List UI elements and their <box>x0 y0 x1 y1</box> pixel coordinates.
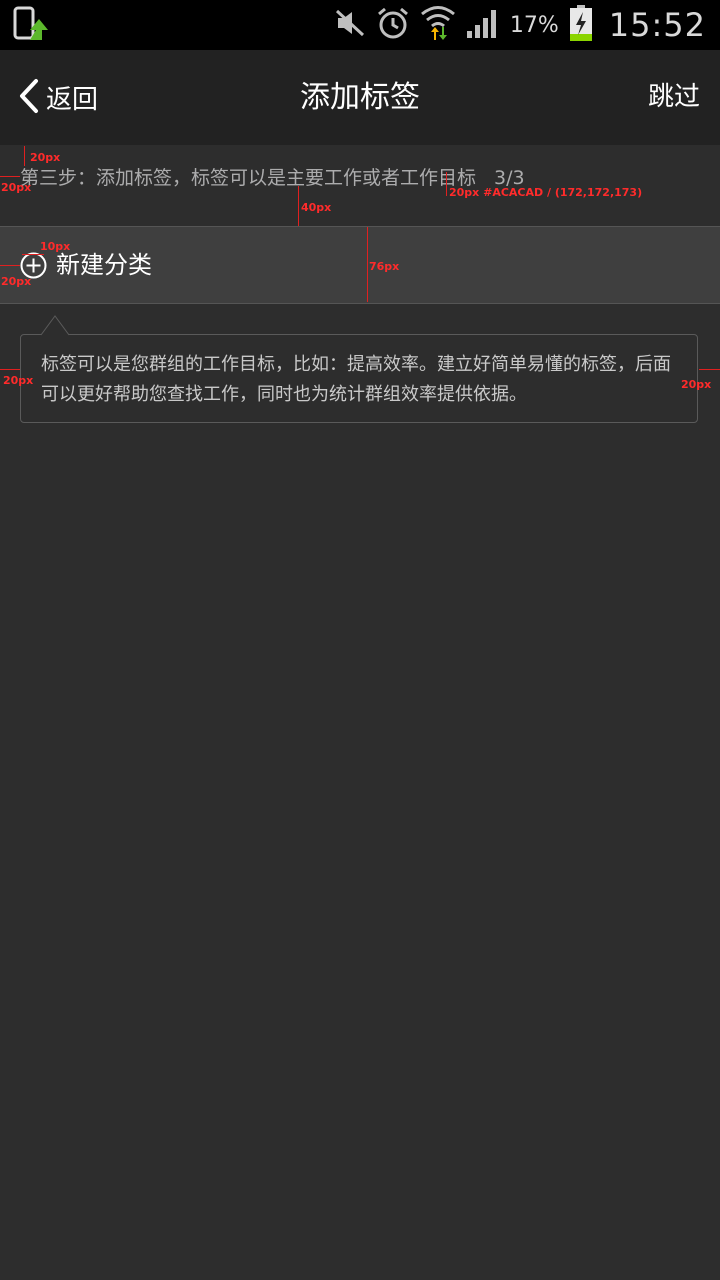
annotation-line <box>24 146 25 166</box>
new-category-label: 新建分类 <box>56 251 152 279</box>
annotation-line <box>446 172 447 196</box>
annotation-label: 20px <box>1 181 32 194</box>
back-button[interactable]: 返回 <box>18 50 98 145</box>
step-text: 第三步：添加标签，标签可以是主要工作或者工作目标 <box>20 167 477 189</box>
annotation-line <box>0 176 20 177</box>
annotation-label: 40px <box>301 201 332 214</box>
signal-icon <box>466 7 500 43</box>
battery-percent: 17% <box>509 12 559 38</box>
annotation-label: 20px <box>681 378 712 391</box>
annotation-label: 20px <box>3 374 34 387</box>
annotation-label: 76px <box>369 260 400 273</box>
clock: 15:52 <box>608 6 706 44</box>
alarm-icon <box>376 6 410 44</box>
annotation-line <box>0 265 20 266</box>
back-label: 返回 <box>46 85 99 115</box>
annotation-line <box>699 369 720 370</box>
mute-icon <box>334 8 366 42</box>
new-category-button[interactable]: 新建分类 <box>0 226 720 304</box>
tooltip-arrow <box>41 315 69 336</box>
upload-notification-icon <box>12 6 52 48</box>
annotation-label: 20px #ACACAD / (172,172,173) <box>449 186 643 199</box>
status-bar: 17% 15:52 <box>0 0 720 50</box>
chevron-left-icon <box>18 78 40 118</box>
battery-charging-icon <box>569 4 593 46</box>
navigation-bar: 添加标签 返回 跳过 <box>0 50 720 146</box>
skip-button[interactable]: 跳过 <box>648 50 700 145</box>
hint-text: 标签可以是您群组的工作目标，比如：提高效率。建立好简单易懂的标签，后面可以更好帮… <box>41 354 671 405</box>
annotation-label: 20px <box>30 151 61 164</box>
wifi-icon <box>420 4 456 46</box>
page-title: 添加标签 <box>300 80 420 115</box>
annotation-line <box>0 369 20 370</box>
annotation-label: 20px <box>1 275 32 288</box>
hint-tooltip: 标签可以是您群组的工作目标，比如：提高效率。建立好简单易懂的标签，后面可以更好帮… <box>20 334 698 423</box>
annotation-line <box>22 254 44 255</box>
annotation-line <box>298 186 299 226</box>
annotation-line <box>367 227 368 302</box>
annotation-label: 10px <box>40 240 71 253</box>
